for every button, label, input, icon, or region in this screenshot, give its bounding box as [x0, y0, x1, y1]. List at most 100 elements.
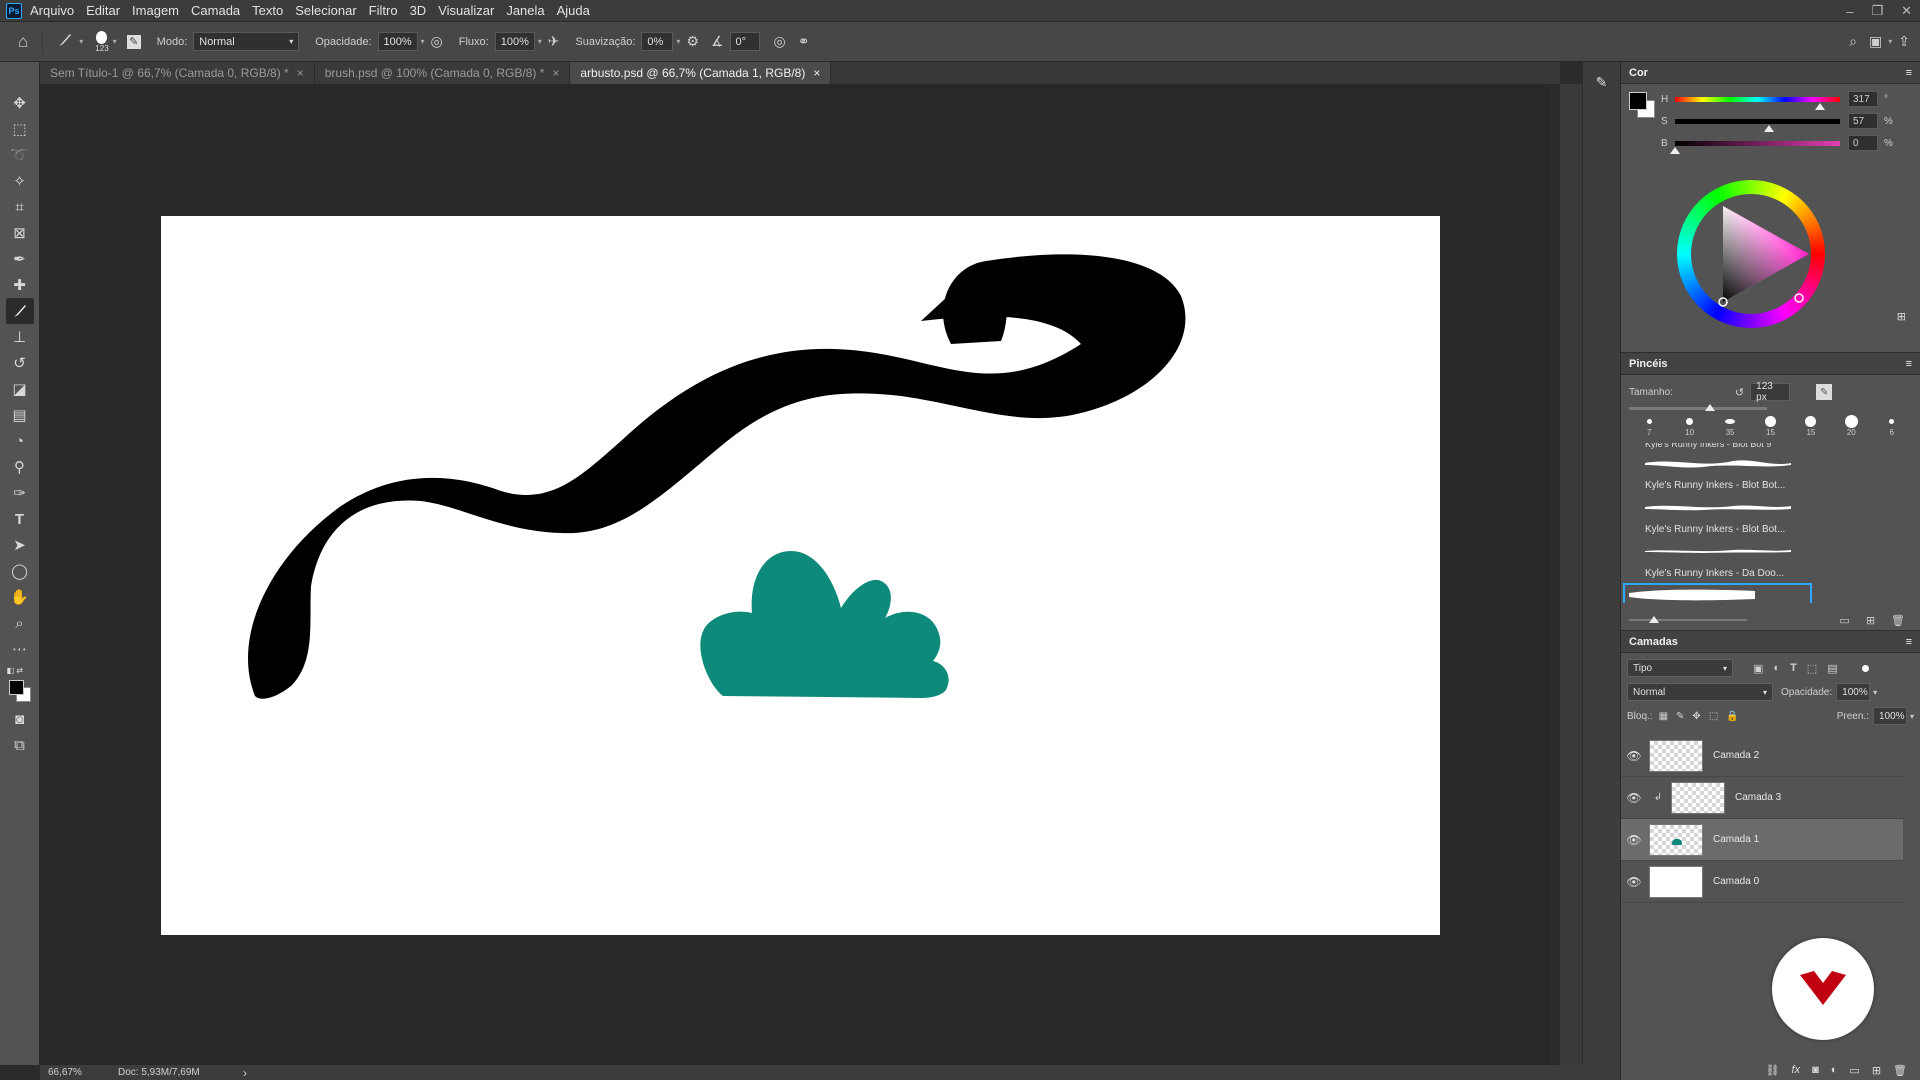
add-mask-icon[interactable]: ◙: [1812, 1064, 1819, 1076]
type-tool-icon[interactable]: T: [6, 506, 34, 532]
brush-list-item[interactable]: Kyle's Runny Inkers - Da Doo...: [1641, 539, 1910, 583]
more-tools-icon[interactable]: ⋯: [6, 636, 34, 662]
canvas-area[interactable]: [40, 84, 1550, 1065]
brightness-slider-thumb[interactable]: [1670, 146, 1680, 154]
preview-size-thumb[interactable]: [1649, 616, 1659, 623]
brightness-input[interactable]: 0: [1848, 135, 1878, 151]
brush-tip[interactable]: 15: [1804, 414, 1818, 437]
frame-tool-icon[interactable]: ⊠: [6, 220, 34, 246]
lock-artboard-icon[interactable]: ⬚: [1709, 711, 1718, 722]
pen-tool-icon[interactable]: ✑: [6, 480, 34, 506]
opacity-input[interactable]: 100%: [377, 32, 418, 51]
brush-tool-icon[interactable]: [57, 32, 73, 51]
healing-brush-tool-icon[interactable]: ✚: [6, 272, 34, 298]
expand-icon[interactable]: ⊞: [1897, 310, 1906, 323]
menu-imagem[interactable]: Imagem: [132, 3, 179, 18]
color-swatches[interactable]: ◧ ⇄: [6, 666, 34, 706]
tab-sem-titulo[interactable]: Sem Título-1 @ 66,7% (Camada 0, RGB/8) *…: [40, 62, 315, 84]
gradient-tool-icon[interactable]: ▤: [6, 402, 34, 428]
chevron-down-icon[interactable]: ▾: [113, 37, 117, 46]
trash-icon[interactable]: 🗑: [1893, 1064, 1907, 1077]
size-slider-thumb[interactable]: [1705, 404, 1715, 411]
brush-tip[interactable]: 35: [1723, 414, 1737, 437]
brightness-slider[interactable]: [1670, 140, 1840, 154]
quick-mask-icon[interactable]: ◙: [6, 706, 34, 732]
smart-object-filter-icon[interactable]: ▤: [1827, 662, 1837, 675]
menu-texto[interactable]: Texto: [252, 3, 283, 18]
fill-input[interactable]: 100%: [1872, 707, 1907, 725]
history-brush-tool-icon[interactable]: ↺: [6, 350, 34, 376]
brush-tip[interactable]: 20: [1844, 414, 1858, 437]
restore-button[interactable]: ❐: [1871, 3, 1883, 19]
folder-icon[interactable]: ▭: [1839, 614, 1849, 627]
brush-tip[interactable]: 10: [1683, 414, 1697, 437]
trash-icon[interactable]: 🗑: [1891, 614, 1905, 627]
tab-brush[interactable]: brush.psd @ 100% (Camada 0, RGB/8) * ×: [314, 62, 571, 84]
chevron-down-icon[interactable]: ▾: [1873, 688, 1877, 697]
new-brush-icon[interactable]: ✎: [1816, 384, 1833, 400]
panel-menu-icon[interactable]: ≡: [1906, 358, 1912, 370]
flow-input[interactable]: 100%: [494, 32, 535, 51]
eyedropper-tool-icon[interactable]: ✒: [6, 246, 34, 272]
crop-tool-icon[interactable]: ⌗: [6, 194, 34, 220]
saturation-slider[interactable]: [1675, 118, 1840, 132]
fx-icon[interactable]: fx: [1792, 1064, 1801, 1076]
close-icon[interactable]: ×: [552, 66, 559, 80]
layer-row[interactable]: 👁 Camada 2: [1621, 735, 1903, 777]
path-selection-tool-icon[interactable]: ➤: [6, 532, 34, 558]
hue-ring-handle[interactable]: [1794, 293, 1804, 303]
menu-editar[interactable]: Editar: [86, 3, 120, 18]
search-icon[interactable]: ⌕: [1849, 33, 1857, 50]
chevron-down-icon[interactable]: ▾: [1910, 712, 1914, 721]
hue-input[interactable]: 317: [1848, 91, 1878, 107]
adjustment-filter-icon[interactable]: ◐: [1773, 662, 1780, 674]
reset-icon[interactable]: ↺: [1735, 386, 1744, 399]
blend-mode-select[interactable]: Normal ▾: [1627, 683, 1773, 701]
move-tool-icon[interactable]: ✥: [6, 90, 34, 116]
hue-slider[interactable]: [1675, 96, 1840, 110]
hand-tool-icon[interactable]: ✋: [6, 584, 34, 610]
status-menu-arrow[interactable]: ›: [243, 1066, 247, 1080]
add-icon[interactable]: ⊞: [1866, 614, 1875, 627]
swap-colors-icon[interactable]: ◧ ⇄: [7, 666, 23, 675]
image-filter-icon[interactable]: ▣: [1753, 662, 1763, 675]
shape-filter-icon[interactable]: ⬚: [1807, 662, 1817, 675]
color-triangle[interactable]: [1677, 180, 1825, 328]
document-canvas[interactable]: [161, 216, 1440, 935]
mode-select[interactable]: Normal ▾: [193, 32, 300, 51]
share-icon[interactable]: ⇪: [1898, 33, 1910, 50]
pressure-opacity-icon[interactable]: ◎: [431, 33, 443, 50]
ellipse-tool-icon[interactable]: ◯: [6, 558, 34, 584]
chevron-down-icon[interactable]: ▾: [79, 37, 83, 46]
brushes-panel-title[interactable]: Pincéis: [1629, 358, 1668, 370]
smoothing-input[interactable]: 0%: [641, 32, 674, 51]
chevron-down-icon[interactable]: ▾: [1888, 37, 1892, 46]
saturation-input[interactable]: 57: [1848, 113, 1878, 129]
brush-tip[interactable]: 15: [1763, 414, 1777, 437]
airbrush-icon[interactable]: ✈: [548, 33, 560, 50]
workspace-icon[interactable]: ▣: [1869, 33, 1882, 50]
chevron-down-icon[interactable]: ▾: [676, 37, 680, 46]
eye-icon[interactable]: 👁: [1621, 875, 1647, 889]
close-button[interactable]: ✕: [1901, 3, 1912, 19]
blur-tool-icon[interactable]: ◔: [6, 428, 34, 454]
lock-pixels-icon[interactable]: ✎: [1676, 711, 1684, 722]
preview-size-slider[interactable]: [1629, 616, 1747, 623]
adjustment-layer-icon[interactable]: ◐: [1831, 1064, 1838, 1076]
brush-tool-icon[interactable]: [5, 298, 34, 324]
foreground-color-swatch[interactable]: [8, 680, 24, 695]
lock-position-icon[interactable]: ✥: [1692, 711, 1700, 722]
close-icon[interactable]: ×: [297, 66, 304, 80]
brush-settings-icon[interactable]: ✎: [126, 34, 141, 49]
close-icon[interactable]: ×: [813, 66, 820, 80]
panel-menu-icon[interactable]: ≡: [1906, 636, 1912, 648]
size-slider[interactable]: [1629, 404, 1767, 411]
stamp-tool-icon[interactable]: ⊥: [6, 324, 34, 350]
screen-mode-icon[interactable]: ⧉: [6, 732, 34, 758]
lock-transparency-icon[interactable]: ▦: [1659, 711, 1668, 722]
type-filter-icon[interactable]: T: [1790, 662, 1797, 674]
eye-icon[interactable]: 👁: [1621, 791, 1647, 805]
brush-tip[interactable]: 6: [1885, 414, 1899, 437]
minimize-button[interactable]: –: [1846, 4, 1853, 19]
layers-panel-title[interactable]: Camadas: [1629, 636, 1678, 648]
